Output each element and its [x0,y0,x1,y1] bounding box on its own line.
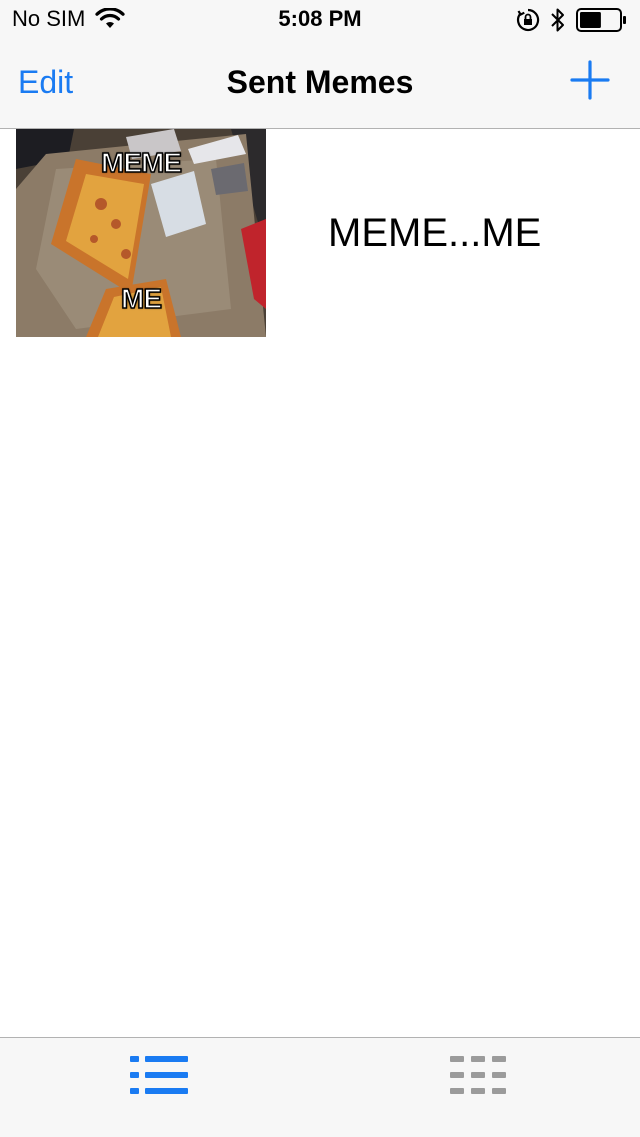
meme-label: MEME...ME [328,211,542,255]
tab-bar [0,1037,640,1137]
meme-thumbnail: MEME ME [16,129,266,337]
status-bar: No SIM 5:08 PM [0,0,640,40]
orientation-lock-icon [516,8,540,32]
page-title: Sent Memes [226,64,414,100]
meme-top-text: MEME [100,146,183,179]
table-row[interactable]: MEME ME MEME...ME [0,129,640,337]
add-meme-button[interactable] [570,60,610,100]
tab-grid-view[interactable] [448,1052,512,1102]
grid-icon [450,1056,506,1094]
meme-bottom-text: ME [120,282,163,315]
plus-icon [570,60,610,100]
list-icon [130,1056,188,1094]
navigation-bar: Edit Sent Memes [0,40,640,129]
bluetooth-icon [551,8,564,32]
tab-list-view[interactable] [128,1052,192,1102]
status-right [516,7,628,33]
battery-icon [576,8,626,32]
